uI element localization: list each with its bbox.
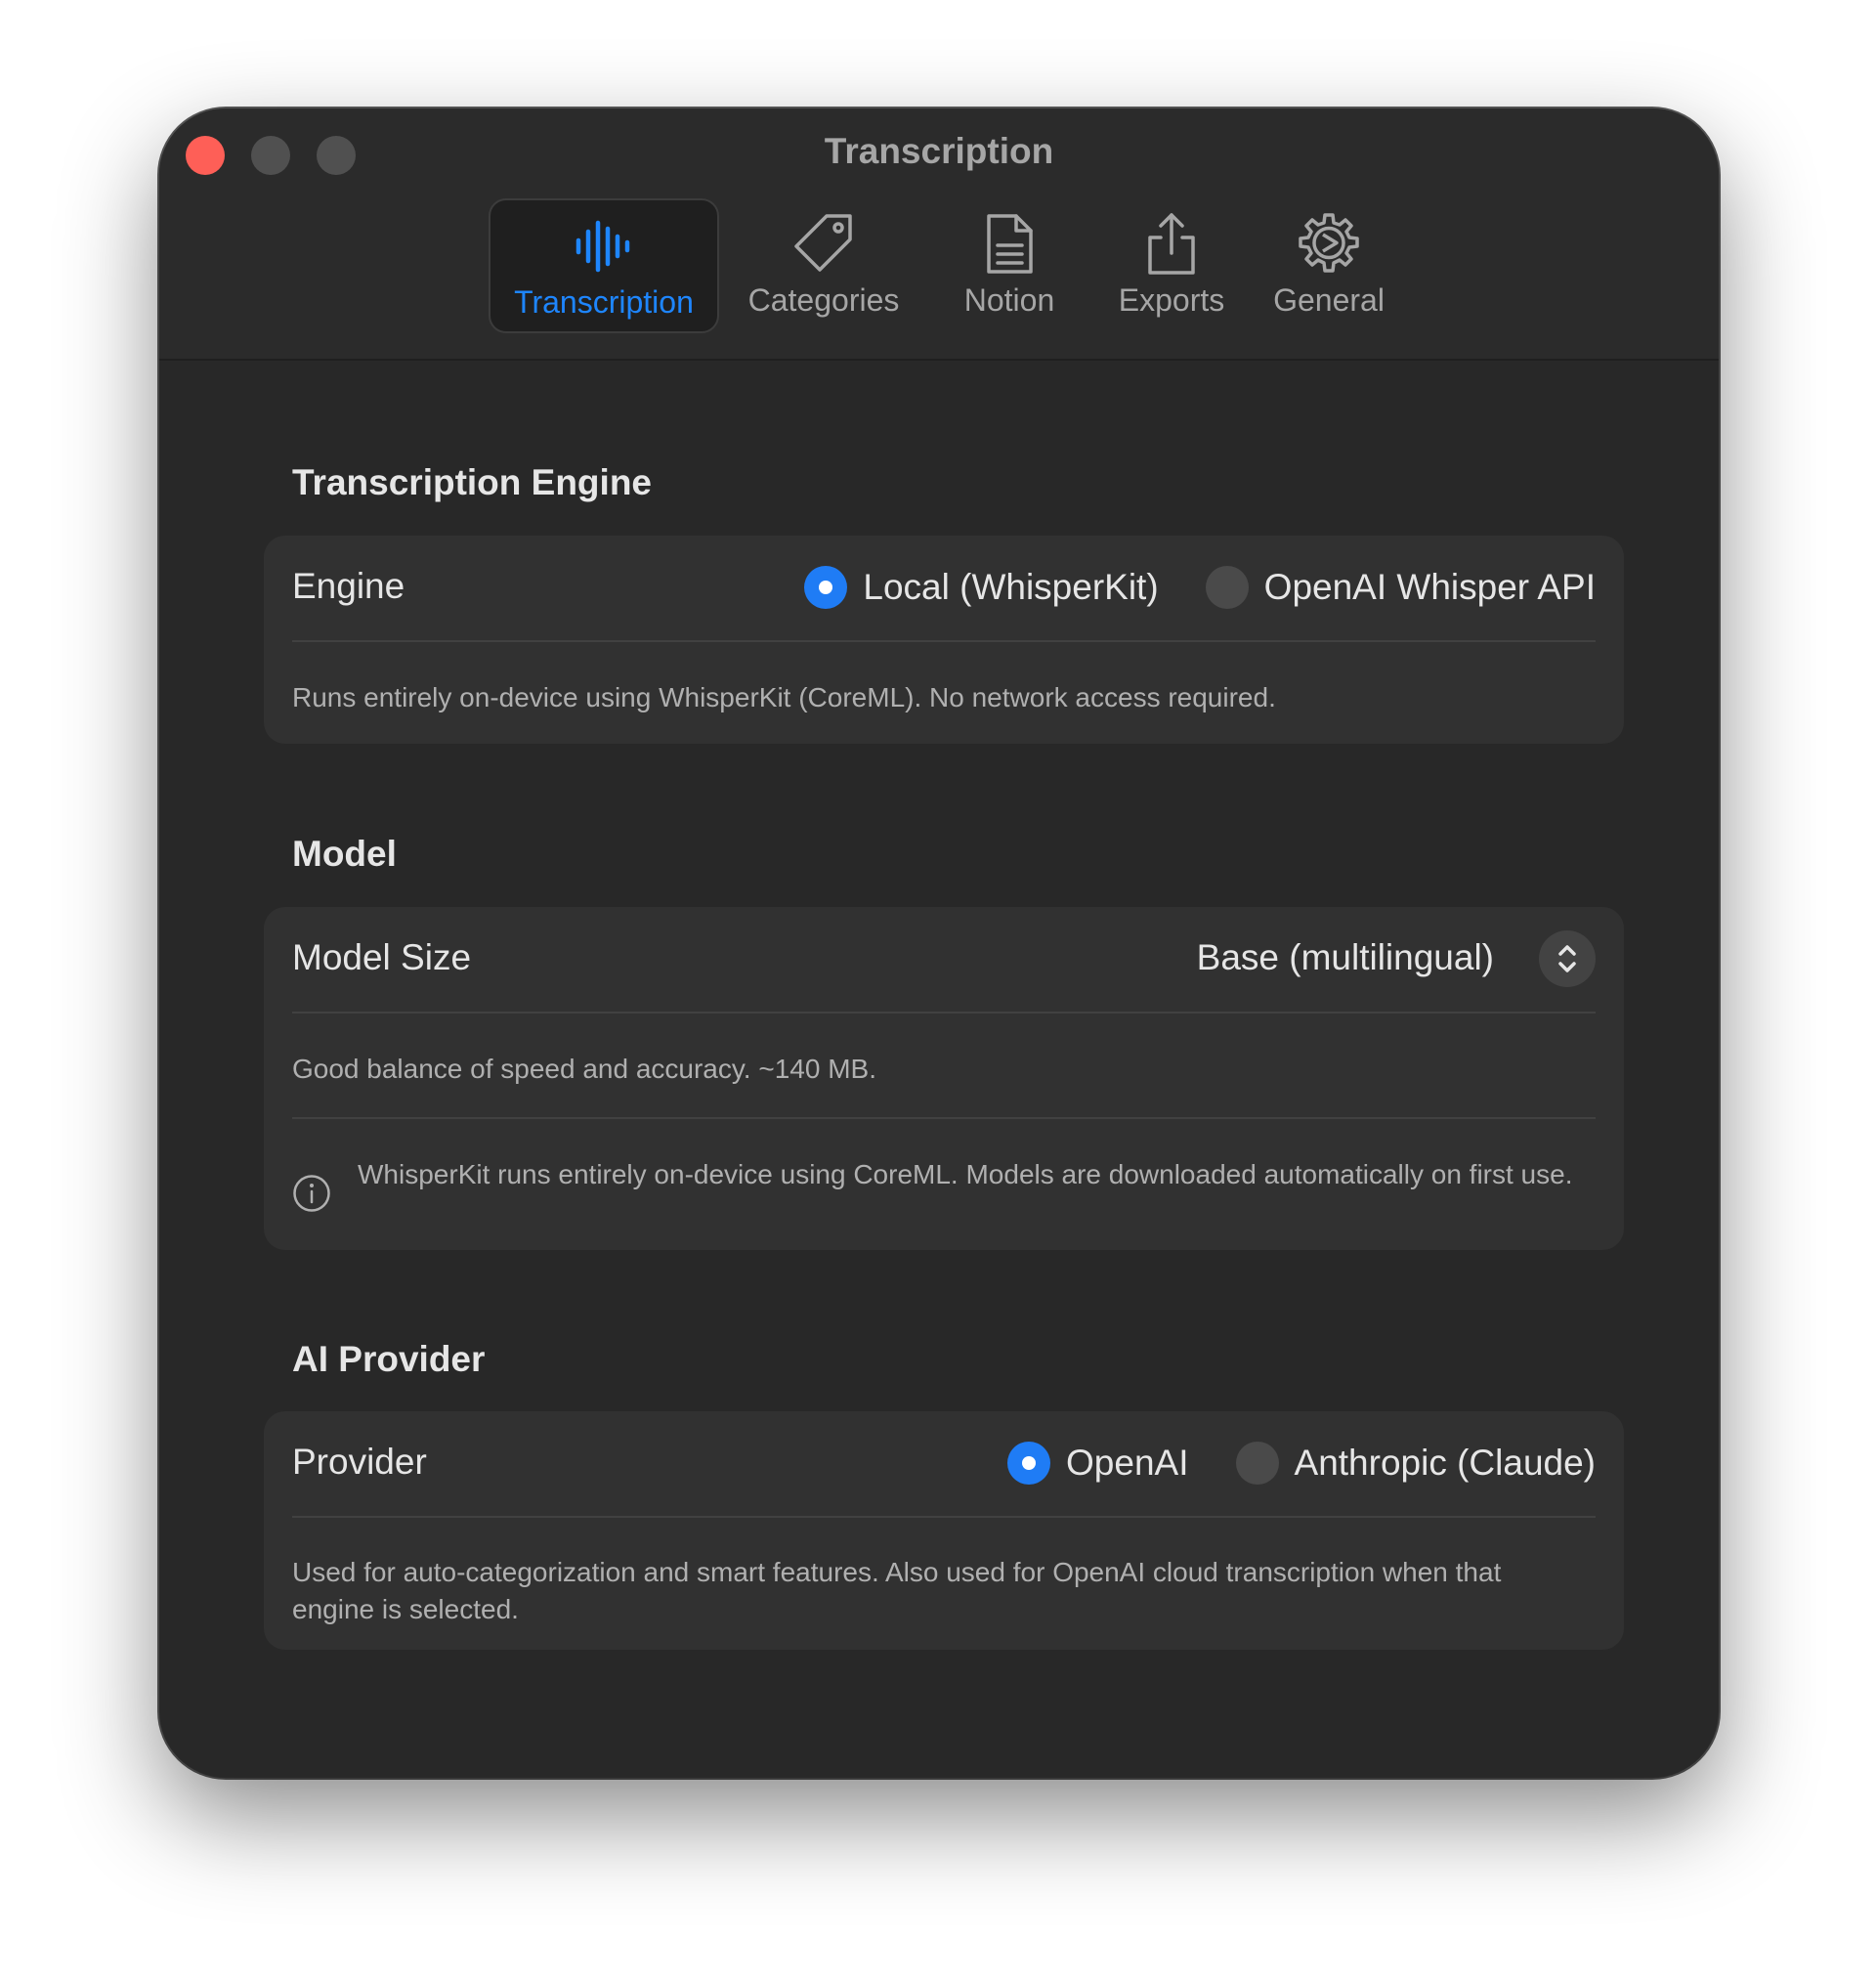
- info-icon: [293, 1175, 330, 1212]
- gear-icon: [1299, 213, 1359, 273]
- radio-label: Local (WhisperKit): [863, 567, 1159, 607]
- model-card: Model Size Base (multilingual) Good bala…: [264, 907, 1624, 1250]
- provider-radio-group: OpenAI Anthropic (Claude): [960, 1442, 1596, 1485]
- share-icon: [1148, 213, 1195, 275]
- tab-transcription[interactable]: Transcription: [489, 198, 719, 333]
- provider-card: Provider OpenAI Anthropic (Claude) Used …: [264, 1411, 1624, 1650]
- radio-unselected-indicator[interactable]: [1235, 1442, 1279, 1485]
- radio-label: Anthropic (Claude): [1294, 1443, 1596, 1483]
- model-size-popup-button[interactable]: [1539, 930, 1596, 987]
- document-icon: [987, 214, 1033, 274]
- model-helper-text: Good balance of speed and accuracy. ~140…: [292, 1054, 876, 1084]
- model-info-text: WhisperKit runs entirely on-device using…: [358, 1159, 1573, 1189]
- tab-label: Exports: [1118, 282, 1225, 318]
- radio-openai[interactable]: OpenAI: [1007, 1442, 1189, 1485]
- section-title-engine: Transcription Engine: [292, 462, 652, 502]
- tab-categories[interactable]: Categories: [736, 198, 912, 333]
- provider-helper-text: Used for auto-categorization and smart f…: [292, 1557, 1502, 1624]
- tab-general[interactable]: General: [1256, 198, 1402, 333]
- engine-card: Engine Local (WhisperKit) OpenAI Whisper…: [264, 536, 1624, 744]
- radio-label: OpenAI Whisper API: [1263, 567, 1596, 607]
- tab-label: Categories: [747, 282, 900, 318]
- radio-anthropic-claude[interactable]: Anthropic (Claude): [1235, 1442, 1596, 1485]
- settings-window: Transcription Transcription Categories N…: [159, 108, 1719, 1778]
- window-title: Transcription: [824, 131, 1054, 171]
- toolbar: Transcription Transcription Categories N…: [159, 108, 1719, 361]
- model-size-row: Model Size Base (multilingual): [292, 907, 1596, 1012]
- radio-openai-whisper-api[interactable]: OpenAI Whisper API: [1205, 566, 1596, 609]
- engine-radio-group: Local (WhisperKit) OpenAI Whisper API: [757, 566, 1596, 609]
- waveform-icon: [576, 220, 630, 273]
- engine-row: Engine Local (WhisperKit) OpenAI Whisper…: [292, 536, 1596, 640]
- engine-label: Engine: [292, 566, 405, 606]
- model-size-select[interactable]: Base (multilingual): [1197, 937, 1494, 978]
- radio-unselected-indicator[interactable]: [1205, 566, 1249, 609]
- provider-row: Provider OpenAI Anthropic (Claude): [292, 1411, 1596, 1516]
- tab-label: Notion: [963, 282, 1055, 318]
- radio-local-whisperkit[interactable]: Local (WhisperKit): [804, 566, 1159, 609]
- divider: [292, 640, 1596, 642]
- tab-exports[interactable]: Exports: [1098, 198, 1245, 333]
- engine-helper-text: Runs entirely on-device using WhisperKit…: [292, 682, 1276, 712]
- divider: [292, 1012, 1596, 1014]
- tab-notion[interactable]: Notion: [941, 198, 1078, 333]
- section-title-ai-provider: AI Provider: [292, 1339, 486, 1379]
- divider: [292, 1117, 1596, 1119]
- provider-label: Provider: [292, 1442, 427, 1482]
- radio-selected-indicator[interactable]: [1007, 1442, 1051, 1485]
- section-title-model: Model: [292, 834, 397, 874]
- tab-label: General: [1273, 282, 1385, 318]
- tag-icon: [794, 214, 852, 272]
- divider: [292, 1516, 1596, 1518]
- radio-label: OpenAI: [1066, 1443, 1189, 1483]
- tab-label: Transcription: [514, 284, 694, 320]
- model-size-label: Model Size: [292, 937, 472, 977]
- radio-selected-indicator[interactable]: [804, 566, 848, 609]
- chevron-up-down-icon: [1558, 945, 1576, 972]
